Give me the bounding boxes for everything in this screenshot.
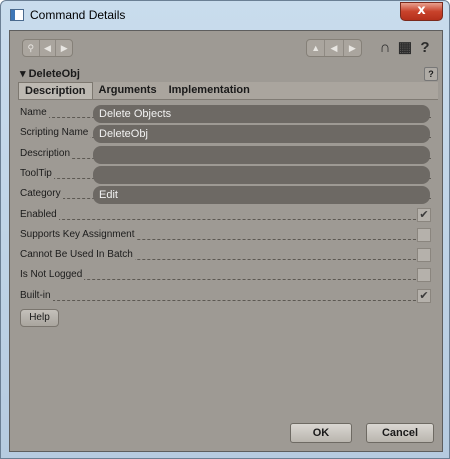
nav-group: ⚲ ◀ ▶ [22, 39, 73, 57]
toolbar: ⚲ ◀ ▶ ▲ ◀ ▶ ∩ ▦ ? [10, 31, 442, 65]
command-header-title[interactable]: ▾ DeleteObj [20, 67, 80, 80]
description-row: Description [20, 146, 431, 164]
not-logged-checkbox[interactable] [417, 268, 431, 282]
move-left-icon[interactable]: ◀ [325, 40, 344, 56]
scripting-name-field[interactable]: DeleteObj [93, 125, 430, 143]
builtin-label: Built-in [20, 290, 53, 301]
scripting-name-label: Scripting Name [20, 127, 91, 138]
dialog-body: ⚲ ◀ ▶ ▲ ◀ ▶ ∩ ▦ ? ▾ DeleteObj ? Descript… [9, 30, 443, 452]
magnet-icon[interactable]: ∩ [376, 39, 394, 57]
enabled-row: Enabled ✔ [20, 207, 431, 225]
not-logged-row: Is Not Logged [20, 267, 431, 285]
forward-arrow-icon[interactable]: ▶ [56, 40, 72, 56]
tooltip-row: ToolTip [20, 166, 431, 184]
name-field[interactable]: Delete Objects [93, 105, 430, 123]
search-icon[interactable]: ⚲ [23, 40, 40, 56]
name-row: Name Delete Objects [20, 105, 431, 123]
section-help-icon[interactable]: ? [424, 67, 438, 81]
builtin-checkbox[interactable]: ✔ [417, 289, 431, 303]
description-field[interactable] [93, 146, 430, 164]
cannot-batch-row: Cannot Be Used In Batch [20, 247, 431, 265]
move-right-icon[interactable]: ▶ [344, 40, 361, 56]
window-icon [10, 9, 24, 21]
tooltip-label: ToolTip [20, 168, 54, 179]
window-title: Command Details [30, 8, 126, 22]
enabled-checkbox[interactable]: ✔ [417, 208, 431, 222]
supports-key-label: Supports Key Assignment [20, 229, 137, 240]
close-button[interactable]: x [400, 2, 443, 21]
ok-button[interactable]: OK [290, 423, 352, 443]
leader-dots [22, 300, 431, 301]
help-button[interactable]: Help [20, 309, 59, 327]
command-details-window: Command Details x ⚲ ◀ ▶ ▲ ◀ ▶ ∩ ▦ ? ▾ De… [0, 0, 450, 459]
category-field[interactable]: Edit [93, 186, 430, 204]
scripting-name-row: Scripting Name DeleteObj [20, 125, 431, 143]
section-header: ▾ DeleteObj ? [14, 67, 438, 81]
cancel-button[interactable]: Cancel [366, 423, 434, 443]
tab-arguments[interactable]: Arguments [93, 82, 163, 99]
enabled-label: Enabled [20, 209, 59, 220]
supports-key-row: Supports Key Assignment [20, 227, 431, 245]
move-group: ▲ ◀ ▶ [306, 39, 362, 57]
tooltip-field[interactable] [93, 166, 430, 184]
tab-description[interactable]: Description [18, 82, 93, 99]
title-bar[interactable]: Command Details x [1, 1, 449, 29]
category-row: Category Edit [20, 186, 431, 204]
delete-icon[interactable]: ▦ [396, 39, 414, 57]
builtin-row: Built-in ✔ [20, 288, 431, 306]
cannot-batch-label: Cannot Be Used In Batch [20, 249, 135, 260]
tab-divider [18, 99, 438, 100]
leader-dots [22, 219, 431, 220]
move-up-icon[interactable]: ▲ [307, 40, 326, 56]
help-icon[interactable]: ? [416, 39, 434, 57]
description-label: Description [20, 148, 73, 159]
name-label: Name [20, 107, 49, 118]
not-logged-label: Is Not Logged [20, 269, 85, 280]
back-arrow-icon[interactable]: ◀ [40, 40, 57, 56]
tab-implementation[interactable]: Implementation [163, 82, 256, 99]
cannot-batch-checkbox[interactable] [417, 248, 431, 262]
supports-key-checkbox[interactable] [417, 228, 431, 242]
category-label: Category [20, 188, 63, 199]
tab-bar: Description Arguments Implementation [18, 82, 438, 99]
